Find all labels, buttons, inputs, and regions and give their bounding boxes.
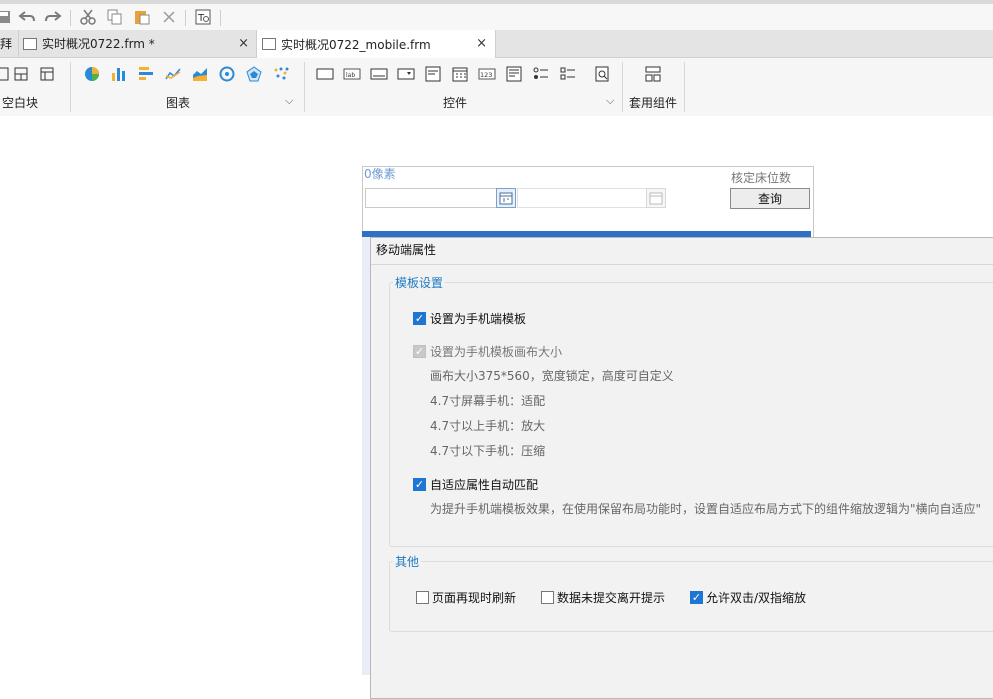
label-control-icon[interactable]: lab — [342, 64, 362, 84]
allow-zoom-checkbox[interactable]: ✓ — [690, 591, 703, 604]
component-ribbon: 空白块 图表 ⌵ lab 123 控件 ⌵ 套用组件 — [0, 58, 993, 116]
calendar-icon[interactable] — [496, 188, 516, 208]
ribbon-group-label: 空白块 — [2, 96, 39, 110]
form-file-icon — [262, 38, 276, 50]
undo-icon[interactable] — [17, 7, 37, 27]
bar-chart-icon[interactable] — [109, 64, 129, 84]
tab-partial[interactable]: 拜 — [0, 30, 18, 57]
checkbox-group-control-icon[interactable] — [558, 64, 578, 84]
toolbar-separator — [70, 10, 71, 26]
set-canvas-size-label: 设置为手机模板画布大小 — [430, 345, 563, 359]
radar-chart-icon[interactable] — [244, 64, 264, 84]
label-control-text: lab — [346, 72, 355, 79]
text-field-control-icon[interactable] — [369, 64, 389, 84]
bed-count-label[interactable]: 核定床位数 — [731, 169, 791, 186]
ribbon-group-label: 套用组件 — [629, 96, 678, 110]
tab-label: 实时概况0722_mobile.frm — [281, 37, 431, 52]
calendar-icon[interactable] — [646, 188, 666, 208]
allow-zoom-label[interactable]: 允许双击/双指缩放 — [706, 589, 806, 606]
chevron-down-icon[interactable]: ⌵ — [606, 94, 614, 108]
split-block-icon[interactable] — [11, 64, 31, 84]
refresh-on-reappear-label[interactable]: 页面再现时刷新 — [432, 589, 516, 606]
template-settings-legend: 模板设置 — [393, 274, 446, 291]
form-file-icon — [23, 37, 37, 50]
start-date-input[interactable] — [365, 188, 497, 208]
copy-icon[interactable] — [105, 7, 125, 27]
toolbar-separator — [185, 10, 186, 26]
close-icon[interactable]: × — [476, 36, 487, 51]
toolbar-separator — [220, 10, 221, 26]
dialog-title-divider — [371, 264, 993, 265]
adaptive-match-label[interactable]: 自适应属性自动匹配 — [430, 476, 538, 493]
dropdown-control-icon[interactable] — [396, 64, 416, 84]
redo-icon[interactable] — [43, 7, 63, 27]
set-canvas-size-checkbox: ✓ — [413, 345, 426, 358]
pixel-ruler-label: 0像素 — [364, 167, 396, 181]
end-date-input[interactable] — [517, 188, 647, 208]
close-icon[interactable]: × — [238, 36, 249, 51]
preview-icon[interactable]: T — [193, 7, 213, 27]
ribbon-separator — [70, 62, 71, 112]
search-control-icon[interactable] — [592, 64, 612, 84]
document-tab-bar: 拜 实时概况0722.frm * × 实时概况0722_mobile.frm × — [0, 30, 993, 58]
chevron-down-icon[interactable]: ⌵ — [285, 94, 293, 108]
quick-access-toolbar: T — [0, 4, 993, 30]
unsubmitted-prompt-checkbox[interactable] — [541, 591, 554, 604]
dialog-title: 移动端属性 — [376, 243, 437, 257]
refresh-on-reappear-checkbox[interactable] — [416, 591, 429, 604]
gauge-chart-icon[interactable] — [217, 64, 237, 84]
tab-realtime-overview[interactable]: 实时概况0722.frm * × — [18, 30, 257, 57]
delete-icon[interactable] — [159, 7, 179, 27]
ribbon-separator — [622, 62, 623, 112]
tab-label: 实时概况0722.frm * — [42, 37, 155, 51]
line-chart-icon[interactable] — [163, 64, 183, 84]
ribbon-group-label: 控件 — [443, 96, 468, 110]
cut-icon[interactable] — [78, 7, 98, 27]
phone-below-note: 4.7寸以下手机：压缩 — [430, 444, 546, 458]
area-chart-icon[interactable] — [190, 64, 210, 84]
number-control-text: 123 — [480, 71, 492, 79]
save-icon[interactable] — [0, 7, 14, 27]
button-control-icon[interactable] — [315, 64, 335, 84]
number-control-icon[interactable]: 123 — [477, 64, 497, 84]
ribbon-separator — [684, 62, 685, 112]
set-mobile-template-checkbox[interactable]: ✓ — [413, 312, 426, 325]
adaptive-match-note: 为提升手机端模板效果，在使用保留布局功能时，设置自适应布局方式下的组件缩放逻辑为… — [430, 502, 982, 516]
grid-block-icon[interactable] — [37, 64, 57, 84]
multi-text-control-icon[interactable] — [423, 64, 443, 84]
scatter-chart-icon[interactable] — [271, 64, 291, 84]
ribbon-separator — [304, 62, 305, 112]
canvas-size-note: 画布大小375*560，宽度锁定，高度可自定义 — [430, 369, 674, 383]
textarea-control-icon[interactable] — [504, 64, 524, 84]
adaptive-match-checkbox[interactable]: ✓ — [413, 478, 426, 491]
date-control-icon[interactable] — [450, 64, 470, 84]
horizontal-bar-chart-icon[interactable] — [136, 64, 156, 84]
paste-icon[interactable] — [132, 7, 152, 27]
unsubmitted-prompt-label[interactable]: 数据未提交离开提示 — [557, 589, 665, 606]
pie-chart-icon[interactable] — [82, 64, 102, 84]
phone-47-note: 4.7寸屏幕手机：适配 — [430, 394, 546, 408]
tab-label: 拜 — [0, 37, 13, 51]
set-mobile-template-label[interactable]: 设置为手机端模板 — [430, 310, 526, 327]
other-settings-legend: 其他 — [393, 553, 422, 570]
tab-realtime-overview-mobile[interactable]: 实时概况0722_mobile.frm × — [256, 30, 496, 58]
phone-above-note: 4.7寸以上手机：放大 — [430, 419, 546, 433]
radio-group-control-icon[interactable] — [531, 64, 551, 84]
query-button[interactable]: 查询 — [730, 188, 810, 209]
ribbon-group-label: 图表 — [166, 96, 191, 110]
component-template-icon[interactable] — [643, 64, 663, 84]
